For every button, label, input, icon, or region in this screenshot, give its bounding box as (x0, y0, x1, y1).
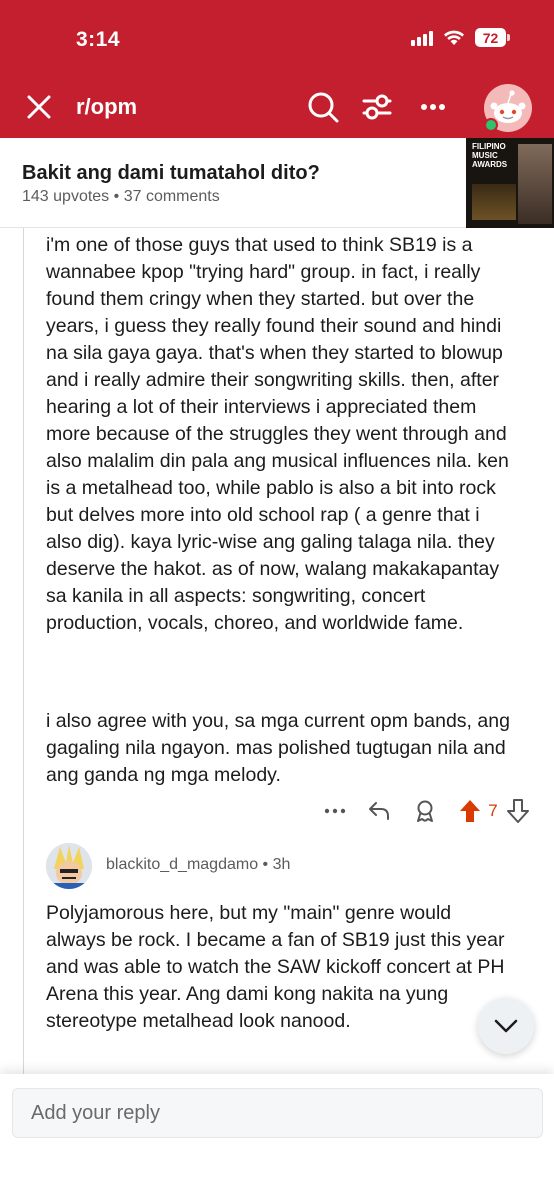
comment-age: 3h (272, 856, 291, 873)
downvote-button[interactable] (504, 796, 532, 826)
battery-level: 72 (475, 28, 506, 47)
thumbnail-award-list (472, 184, 516, 220)
downvote-arrow-icon (507, 799, 529, 823)
cellular-signal-icon (411, 30, 433, 46)
reply-placeholder: Add your reply (31, 1101, 160, 1124)
scroll-down-button[interactable] (478, 998, 534, 1054)
more-options-icon[interactable] (420, 96, 446, 118)
upvote-button[interactable] (456, 796, 484, 826)
avatar-image (46, 843, 92, 889)
comment-text: i'm one of those guys that used to think… (46, 234, 509, 634)
status-indicators: 72 (411, 28, 510, 47)
award-button[interactable] (410, 796, 440, 826)
reply-icon (369, 802, 389, 820)
nav-bar: r/opm (0, 82, 554, 132)
comment-header: blackito_d_magdamo • 3h (106, 856, 290, 874)
battery-icon: 72 (475, 28, 510, 47)
close-icon[interactable] (24, 92, 54, 122)
status-time: 3:14 (76, 28, 121, 51)
post-title: Bakit ang dami tumatahol dito? (22, 162, 320, 184)
thumbnail-photo (518, 144, 552, 224)
meta-separator: • (113, 188, 120, 205)
wifi-icon (444, 30, 464, 45)
header-separator: • (262, 856, 269, 873)
post-meta: 143 upvotes • 37 comments (22, 188, 220, 206)
reply-comment-text: Polyjamorous here, but my "main" genre w… (46, 902, 505, 1032)
comment-more-button[interactable] (320, 796, 350, 826)
reply-input[interactable]: Add your reply (12, 1088, 543, 1138)
more-options-icon (324, 808, 346, 814)
post-upvotes: 143 upvotes (22, 188, 110, 205)
reply-button[interactable] (364, 796, 394, 826)
filter-icon[interactable] (360, 90, 394, 124)
reply-composer: Add your reply (0, 1074, 554, 1200)
commenter-username[interactable]: blackito_d_magdamo (106, 856, 258, 873)
vote-count: 7 (488, 801, 498, 820)
comment-actions: 7 (320, 796, 534, 826)
post-comment-count: 37 comments (123, 188, 220, 205)
award-icon (417, 800, 433, 822)
subreddit-name[interactable]: r/opm (76, 94, 137, 120)
online-status-dot (484, 118, 498, 132)
user-avatar[interactable] (484, 84, 532, 132)
search-icon[interactable] (306, 90, 340, 124)
post-header[interactable]: Bakit ang dami tumatahol dito? 143 upvot… (0, 138, 554, 228)
comment-text-paragraph-2: i also agree with you, sa mga current op… (46, 710, 510, 786)
upvote-arrow-icon (460, 800, 480, 822)
chevron-down-icon (494, 1019, 518, 1033)
thumbnail-logo-text: FILIPINO MUSIC AWARDS (472, 142, 508, 169)
post-thumbnail[interactable]: FILIPINO MUSIC AWARDS (466, 138, 554, 228)
thread-line (23, 228, 24, 1078)
app-header: 3:14 72 r/opm (0, 0, 554, 138)
commenter-avatar[interactable] (46, 843, 92, 889)
